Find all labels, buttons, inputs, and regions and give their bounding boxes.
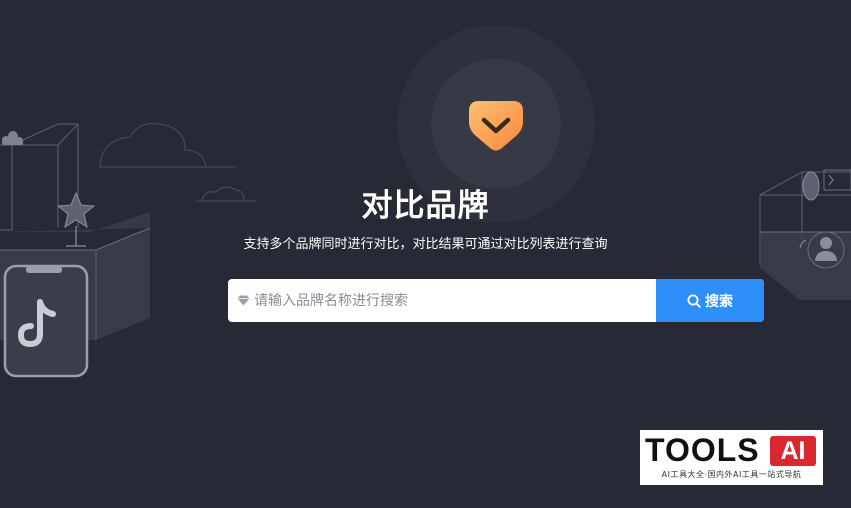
watermark-brand: TOOLS bbox=[645, 432, 760, 468]
watermark-tagline: AI工具大全·国内外AI工具一站式导航 bbox=[661, 470, 802, 479]
watermark-badge: AI bbox=[770, 436, 816, 466]
page: 对比品牌 支持多个品牌同时进行对比，对比结果可通过对比列表进行查询 搜索 TOO… bbox=[0, 0, 851, 508]
search-button[interactable]: 搜索 bbox=[656, 279, 764, 322]
search-input-wrapper bbox=[228, 279, 656, 322]
diamond-icon bbox=[237, 295, 250, 306]
search-input[interactable] bbox=[250, 279, 656, 322]
cloud-icon bbox=[2, 131, 23, 145]
orange-shield-chevron-icon bbox=[469, 101, 523, 151]
watermark: TOOLS AI AI工具大全·国内外AI工具一站式导航 bbox=[640, 430, 823, 485]
cloud-outline-left bbox=[99, 123, 236, 168]
search-button-label: 搜索 bbox=[705, 293, 733, 310]
search-bar: 搜索 bbox=[228, 279, 764, 322]
page-title: 对比品牌 bbox=[361, 188, 490, 224]
page-subtitle: 支持多个品牌同时进行对比，对比结果可通过对比列表进行查询 bbox=[243, 237, 608, 252]
search-icon bbox=[687, 294, 701, 308]
phone-icon bbox=[3, 264, 89, 378]
